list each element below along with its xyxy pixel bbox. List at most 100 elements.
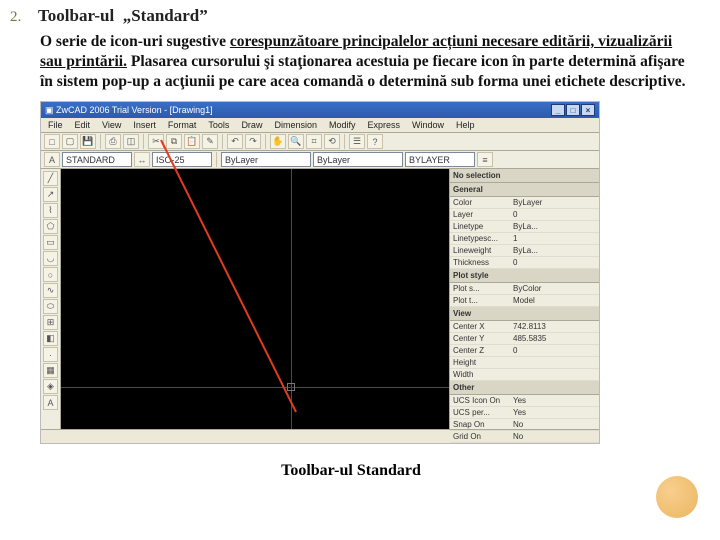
menu-item[interactable]: Modify bbox=[326, 120, 359, 130]
prop-key: Grid On bbox=[453, 432, 513, 441]
body-suffix: Plasarea cursorului şi staţionarea acest… bbox=[40, 53, 686, 90]
prop-key: Center Z bbox=[453, 346, 513, 355]
lineweight-combo[interactable]: BYLAYER bbox=[405, 152, 475, 167]
window-title: ZwCAD 2006 Trial Version - [Drawing1] bbox=[56, 105, 213, 115]
heading-row: 2. Toolbar-ul „Standard” bbox=[10, 6, 692, 26]
separator bbox=[143, 134, 144, 149]
spline-icon[interactable]: ∿ bbox=[43, 283, 58, 298]
point-icon[interactable]: · bbox=[43, 347, 58, 362]
workspace: ╱ ↗ ⌇ ⬠ ▭ ◡ ○ ∿ ⬭ ⊞ ◧ · ▦ ◈ A bbox=[41, 169, 599, 429]
block-icon[interactable]: ◧ bbox=[43, 331, 58, 346]
textstyle-combo[interactable]: STANDARD bbox=[62, 152, 132, 167]
menu-item[interactable]: Dimension bbox=[271, 120, 320, 130]
zoom-prev-icon[interactable]: ⟲ bbox=[324, 134, 340, 149]
arc-icon[interactable]: ◡ bbox=[43, 251, 58, 266]
close-button[interactable]: × bbox=[581, 104, 595, 116]
prop-value bbox=[513, 370, 596, 379]
prop-row: Grid OnNo bbox=[450, 431, 599, 443]
xline-icon[interactable]: ↗ bbox=[43, 187, 58, 202]
open-icon[interactable]: ▢ bbox=[62, 134, 78, 149]
prop-value: 0 bbox=[513, 346, 596, 355]
prop-value: 742.8113 bbox=[513, 322, 596, 331]
drawing-canvas[interactable] bbox=[61, 169, 449, 429]
prop-key: UCS Icon On bbox=[453, 396, 513, 405]
match-icon[interactable]: ✎ bbox=[202, 134, 218, 149]
menu-item[interactable]: File bbox=[45, 120, 66, 130]
rect-icon[interactable]: ▭ bbox=[43, 235, 58, 250]
hatch-icon[interactable]: ▦ bbox=[43, 363, 58, 378]
zoom-icon[interactable]: 🔍 bbox=[288, 134, 304, 149]
cut-icon[interactable]: ✂ bbox=[148, 134, 164, 149]
prop-key: Height bbox=[453, 358, 513, 367]
help-icon[interactable]: ? bbox=[367, 134, 383, 149]
slide: 2. Toolbar-ul „Standard” O serie de icon… bbox=[0, 0, 720, 480]
prop-key: Layer bbox=[453, 210, 513, 219]
prop-row: Plot s...ByColor bbox=[450, 283, 599, 295]
minimize-button[interactable]: _ bbox=[551, 104, 565, 116]
menu-item[interactable]: Window bbox=[409, 120, 447, 130]
prop-value: 485.5835 bbox=[513, 334, 596, 343]
paste-icon[interactable]: 📋 bbox=[184, 134, 200, 149]
pickbox bbox=[287, 383, 295, 391]
dimstyle-combo[interactable]: ISO-25 bbox=[152, 152, 212, 167]
app-screenshot: ▣ ZwCAD 2006 Trial Version - [Drawing1] … bbox=[40, 101, 600, 444]
menu-item[interactable]: Draw bbox=[238, 120, 265, 130]
print-preview-icon[interactable]: ◫ bbox=[123, 134, 139, 149]
polyline-icon[interactable]: ⌇ bbox=[43, 203, 58, 218]
prop-group-header: Plot style bbox=[450, 269, 599, 283]
prop-row: Plot t...Model bbox=[450, 295, 599, 307]
prop-row: UCS per...Yes bbox=[450, 407, 599, 419]
menu-item[interactable]: Format bbox=[165, 120, 200, 130]
textstyle-icon[interactable]: A bbox=[44, 152, 60, 167]
prop-key: UCS per... bbox=[453, 408, 513, 417]
zoom-window-icon[interactable]: ⌗ bbox=[306, 134, 322, 149]
pan-icon[interactable]: ✋ bbox=[270, 134, 286, 149]
prop-key: Lineweight bbox=[453, 246, 513, 255]
menu-item[interactable]: Insert bbox=[130, 120, 159, 130]
dimstyle-icon[interactable]: ↔ bbox=[134, 152, 150, 167]
line-icon[interactable]: ╱ bbox=[43, 171, 58, 186]
properties-icon[interactable]: ☰ bbox=[349, 134, 365, 149]
linetype-combo[interactable]: ByLayer bbox=[313, 152, 403, 167]
region-icon[interactable]: ◈ bbox=[43, 379, 58, 394]
maximize-button[interactable]: □ bbox=[566, 104, 580, 116]
prop-key: Linetype bbox=[453, 222, 513, 231]
section-heading: Toolbar-ul „Standard” bbox=[38, 6, 208, 26]
prop-key: Width bbox=[453, 370, 513, 379]
ellipse-icon[interactable]: ⬭ bbox=[43, 299, 58, 314]
redo-icon[interactable]: ↷ bbox=[245, 134, 261, 149]
menu-item[interactable]: Tools bbox=[205, 120, 232, 130]
menu-item[interactable]: Help bbox=[453, 120, 478, 130]
prop-key: Linetypesc... bbox=[453, 234, 513, 243]
new-icon[interactable]: □ bbox=[44, 134, 60, 149]
menu-item[interactable]: View bbox=[99, 120, 124, 130]
prop-row: Snap OnNo bbox=[450, 419, 599, 431]
properties-palette: No selection GeneralColorByLayerLayer0Li… bbox=[449, 169, 599, 429]
prop-value: 0 bbox=[513, 210, 596, 219]
prop-row: ColorByLayer bbox=[450, 197, 599, 209]
window-buttons: _ □ × bbox=[551, 104, 595, 116]
undo-icon[interactable]: ↶ bbox=[227, 134, 243, 149]
prop-value: Yes bbox=[513, 408, 596, 417]
menu-item[interactable]: Express bbox=[365, 120, 404, 130]
prop-row: Linetypesc...1 bbox=[450, 233, 599, 245]
menu-item[interactable]: Edit bbox=[72, 120, 94, 130]
print-icon[interactable]: ⎙ bbox=[105, 134, 121, 149]
prop-value: Model bbox=[513, 296, 596, 305]
lwt-icon[interactable]: ≡ bbox=[477, 152, 493, 167]
prop-key: Center X bbox=[453, 322, 513, 331]
polygon-icon[interactable]: ⬠ bbox=[43, 219, 58, 234]
color-combo[interactable]: ByLayer bbox=[221, 152, 311, 167]
properties-header: No selection bbox=[450, 169, 599, 183]
text-icon[interactable]: A bbox=[43, 395, 58, 410]
copy-icon[interactable]: ⧉ bbox=[166, 134, 182, 149]
separator bbox=[216, 152, 217, 167]
figure-caption: Toolbar-ul Standard bbox=[10, 462, 692, 480]
standard-toolbar: □ ▢ 💾 ⎙ ◫ ✂ ⧉ 📋 ✎ ↶ ↷ ✋ 🔍 ⌗ ⟲ ☰ ? bbox=[41, 133, 599, 151]
prop-row: Width bbox=[450, 369, 599, 381]
prop-row: Layer0 bbox=[450, 209, 599, 221]
insert-icon[interactable]: ⊞ bbox=[43, 315, 58, 330]
styles-toolbar: A STANDARD ↔ ISO-25 ByLayer ByLayer BYLA… bbox=[41, 151, 599, 169]
circle-icon[interactable]: ○ bbox=[43, 267, 58, 282]
save-icon[interactable]: 💾 bbox=[80, 134, 96, 149]
